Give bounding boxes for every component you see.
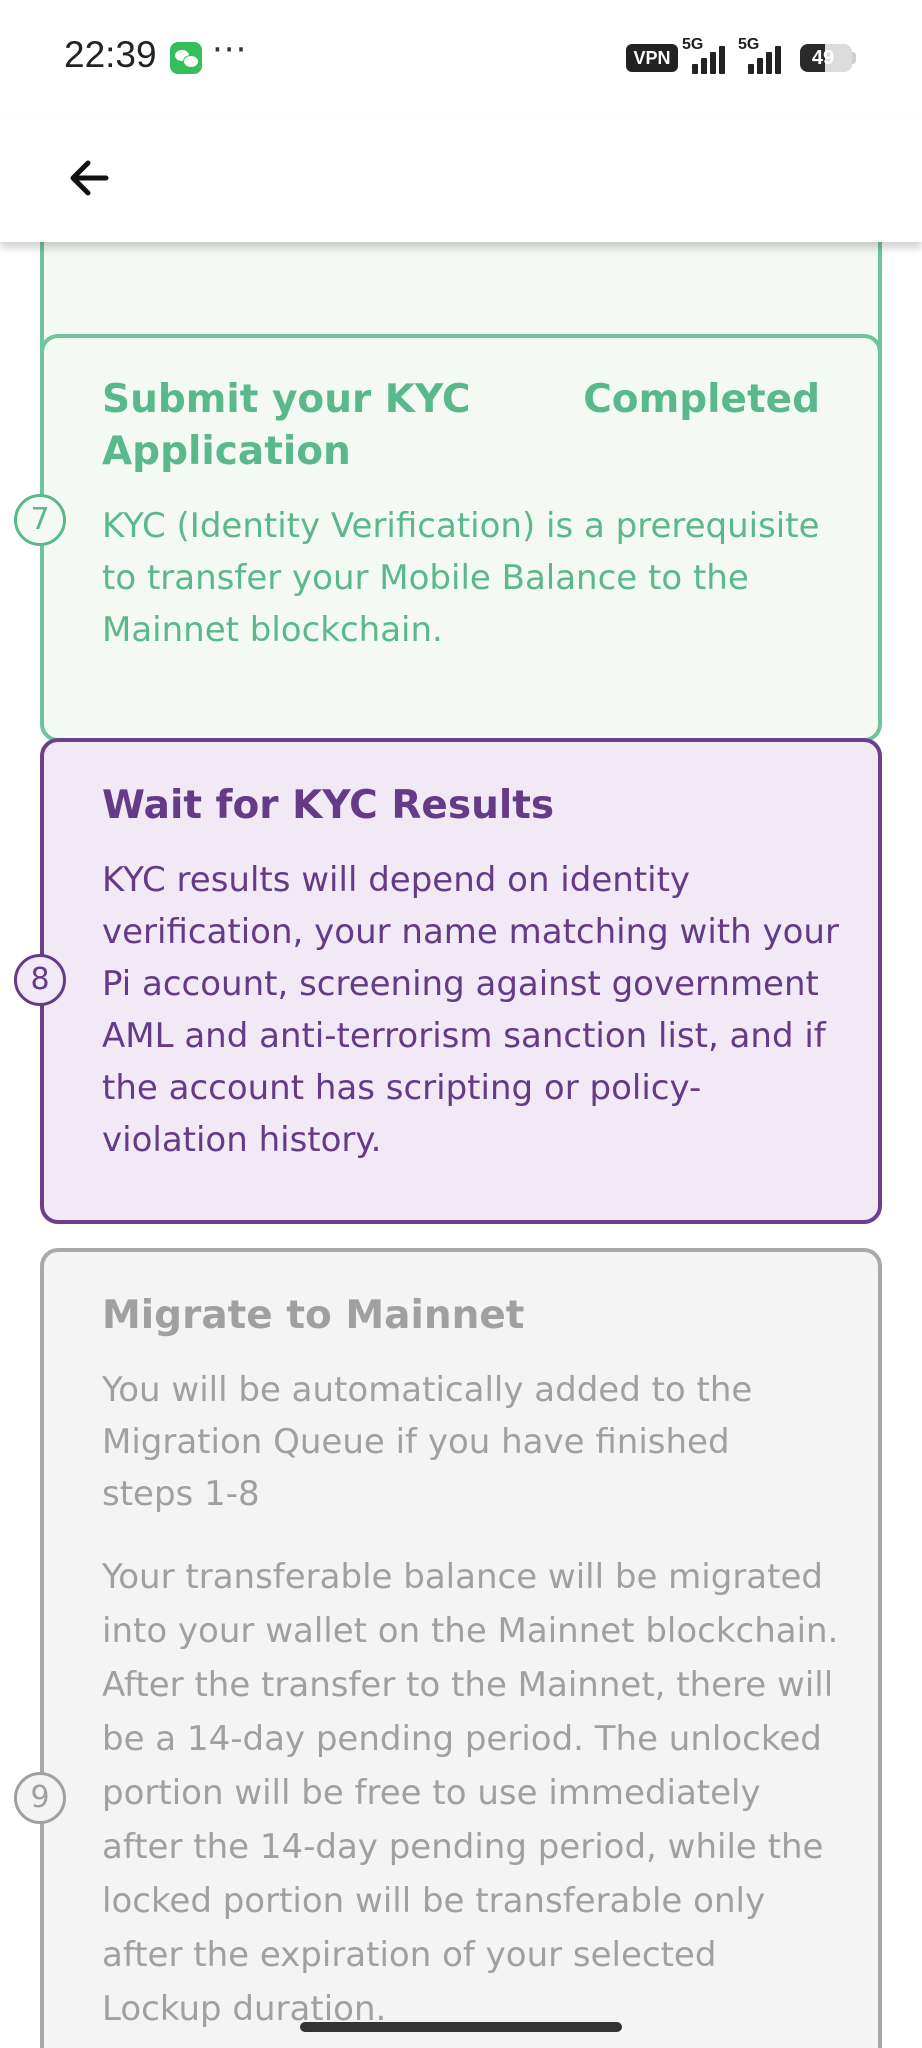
step-description: KYC (Identity Verification) is a prerequ… xyxy=(102,506,820,650)
battery-tip xyxy=(852,52,856,64)
app-bar xyxy=(0,118,922,242)
step-status-badge: Completed xyxy=(583,377,820,422)
step-description: You will be automatically added to the M… xyxy=(102,1370,753,1514)
home-indicator[interactable] xyxy=(300,2022,622,2032)
step-card-8[interactable]: Wait for KYC Results KYC results will de… xyxy=(40,738,882,1224)
battery-level: 49 xyxy=(811,47,835,69)
step-title: Submit your KYC Application xyxy=(102,377,471,474)
step-description: KYC results will depend on identity veri… xyxy=(102,860,839,1160)
step-card-9[interactable]: Migrate to Mainnet You will be automatic… xyxy=(40,1248,882,2048)
step-title: Wait for KYC Results xyxy=(102,783,555,828)
arrow-left-icon[interactable] xyxy=(60,148,120,208)
signal-icon-2: 5G xyxy=(738,36,784,76)
steps-list[interactable]: Submit your KYC Application Completed KY… xyxy=(0,242,922,2048)
step-number-8: 8 xyxy=(14,954,66,1006)
step-description-2: Your transferable balance will be migrat… xyxy=(102,1557,839,2029)
vpn-badge: VPN xyxy=(626,44,678,72)
step-title: Migrate to Mainnet xyxy=(102,1293,525,1338)
step-number-7: 7 xyxy=(14,494,66,546)
status-bar: 22:39 ··· VPN 5G 5G 49 xyxy=(0,0,922,118)
step-card-7[interactable]: Submit your KYC Application Completed KY… xyxy=(40,334,882,742)
step-number-9: 9 xyxy=(14,1772,66,1824)
more-notifications-indicator: ··· xyxy=(212,30,248,70)
wechat-icon xyxy=(170,42,202,74)
status-time: 22:39 xyxy=(64,34,157,75)
signal-icon: 5G xyxy=(682,36,728,76)
battery-icon: 49 xyxy=(800,44,852,72)
